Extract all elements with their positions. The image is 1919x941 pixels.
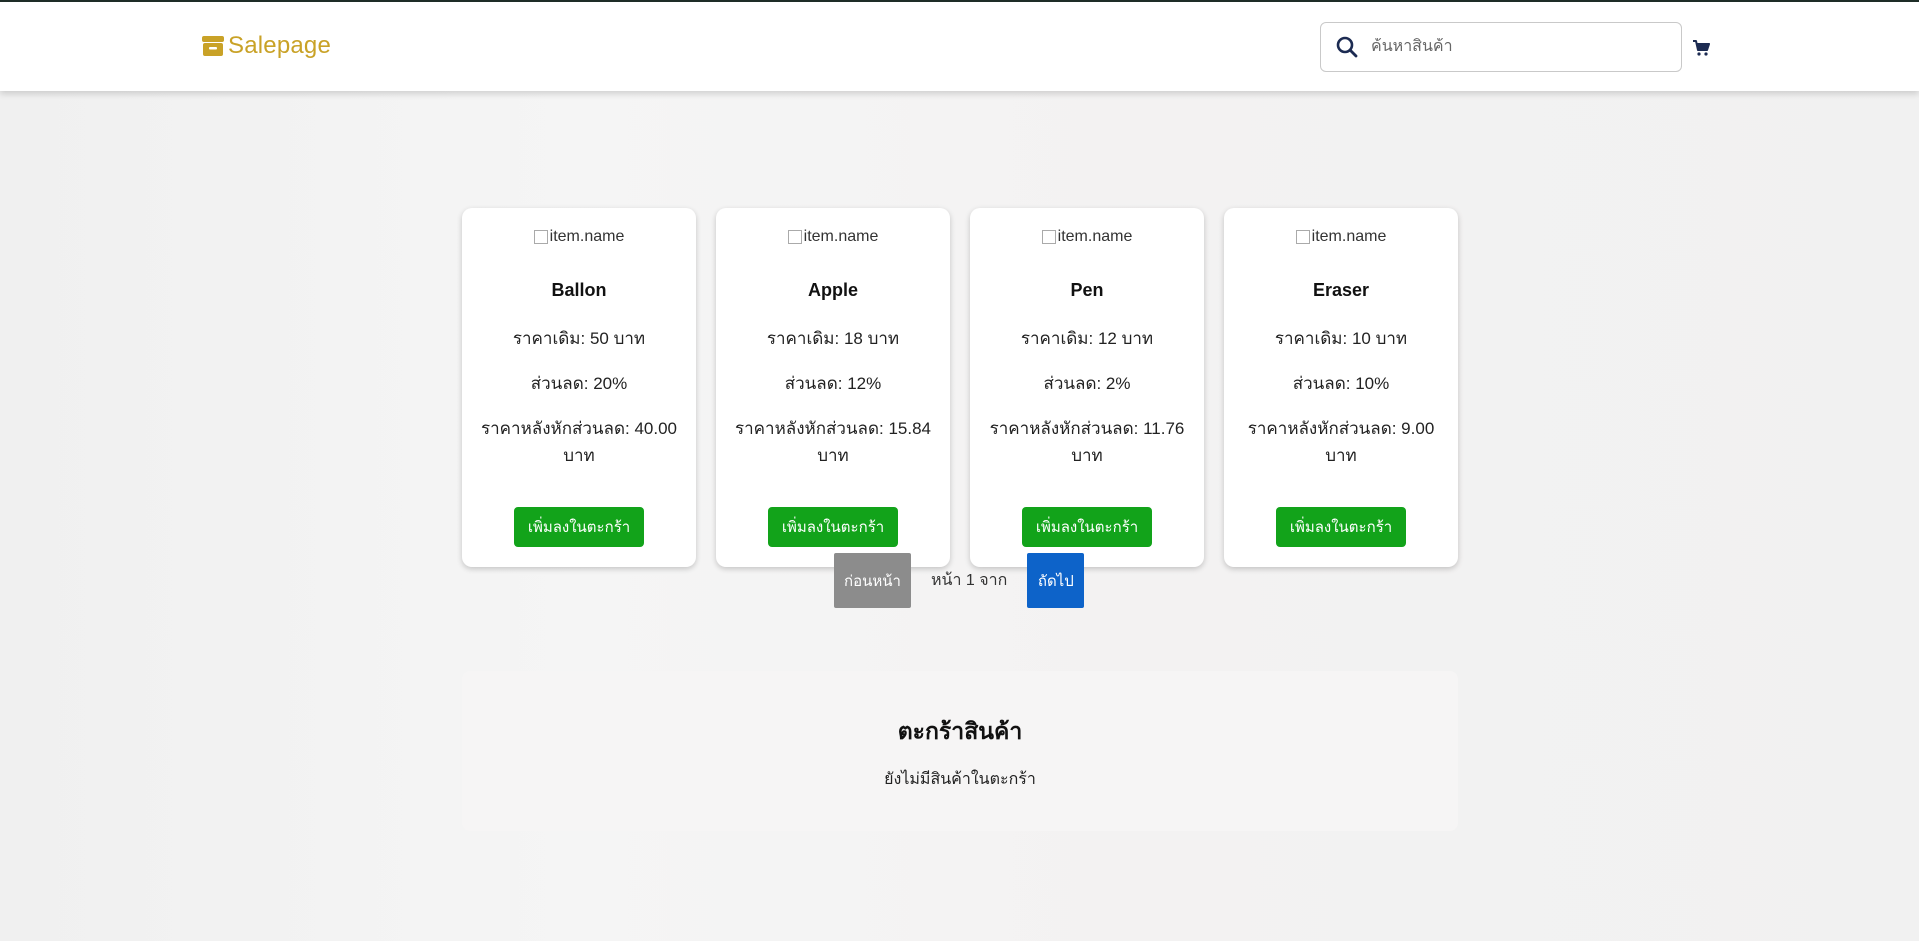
broken-image-icon bbox=[787, 230, 802, 244]
product-image: item.name bbox=[1041, 226, 1133, 248]
product-list: item.name Ballon ราคาเดิม: 50 บาท ส่วนลด… bbox=[462, 208, 1458, 567]
product-discount: ส่วนลด: 20% bbox=[530, 374, 628, 393]
product-image: item.name bbox=[787, 226, 879, 248]
add-to-cart-button[interactable]: เพิ่มลงในตะกร้า bbox=[1021, 507, 1153, 547]
product-image: item.name bbox=[1295, 226, 1387, 248]
add-to-cart-button[interactable]: เพิ่มลงในตะกร้า bbox=[767, 507, 899, 547]
broken-image-icon bbox=[1041, 230, 1056, 244]
brand-logo[interactable]: Salepage bbox=[200, 32, 331, 60]
product-final-price: ราคาหลังหักส่วนลด: 15.84 บาท bbox=[734, 419, 931, 465]
product-card: item.name Pen ราคาเดิม: 12 บาท ส่วนลด: 2… bbox=[970, 208, 1204, 567]
store-icon bbox=[202, 36, 224, 56]
product-image-alt: item.name bbox=[803, 228, 879, 245]
product-original-price: ราคาเดิม: 50 บาท bbox=[512, 329, 646, 348]
cart-title: ตะกร้าสินค้า bbox=[897, 718, 1023, 744]
broken-image-icon bbox=[533, 230, 548, 244]
product-name: Ballon bbox=[551, 280, 607, 300]
product-image-alt: item.name bbox=[1057, 228, 1133, 245]
prev-page-button[interactable]: ก่อนหน้า bbox=[834, 553, 911, 608]
navbar: Salepage bbox=[0, 2, 1919, 91]
product-name: Apple bbox=[807, 280, 858, 300]
product-final-price: ราคาหลังหักส่วนลด: 9.00 บาท bbox=[1247, 419, 1435, 465]
add-to-cart-button[interactable]: เพิ่มลงในตะกร้า bbox=[513, 507, 645, 547]
product-card: item.name Apple ราคาเดิม: 18 บาท ส่วนลด:… bbox=[716, 208, 950, 567]
pagination: ก่อนหน้า หน้า 1 จาก ถัดไป bbox=[834, 553, 1085, 608]
broken-image-icon bbox=[1295, 230, 1310, 244]
search-input[interactable] bbox=[1371, 38, 1661, 56]
product-name: Pen bbox=[1070, 280, 1104, 300]
product-original-price: ราคาเดิม: 10 บาท bbox=[1274, 329, 1408, 348]
cart-icon[interactable] bbox=[1692, 39, 1710, 57]
product-name: Eraser bbox=[1312, 280, 1370, 300]
product-card: item.name Ballon ราคาเดิม: 50 บาท ส่วนลด… bbox=[462, 208, 696, 567]
product-image-alt: item.name bbox=[1311, 228, 1387, 245]
product-image-alt: item.name bbox=[549, 228, 625, 245]
add-to-cart-button[interactable]: เพิ่มลงในตะกร้า bbox=[1275, 507, 1407, 547]
cart-panel: ตะกร้าสินค้า ยังไม่มีสินค้าในตะกร้า bbox=[462, 671, 1458, 831]
search-box[interactable] bbox=[1320, 22, 1682, 72]
product-discount: ส่วนลด: 12% bbox=[784, 374, 882, 393]
brand-name: Salepage bbox=[228, 32, 332, 59]
product-card: item.name Eraser ราคาเดิม: 10 บาท ส่วนลด… bbox=[1224, 208, 1458, 567]
product-final-price: ราคาหลังหักส่วนลด: 11.76 บาท bbox=[989, 419, 1185, 465]
product-image: item.name bbox=[533, 226, 625, 248]
page-info: หน้า 1 จาก bbox=[931, 572, 1008, 589]
product-discount: ส่วนลด: 10% bbox=[1292, 374, 1390, 393]
product-original-price: ราคาเดิม: 12 บาท bbox=[1020, 329, 1154, 348]
product-discount: ส่วนลด: 2% bbox=[1043, 374, 1131, 393]
product-final-price: ราคาหลังหักส่วนลด: 40.00 บาท bbox=[480, 419, 677, 465]
product-original-price: ราคาเดิม: 18 บาท bbox=[766, 329, 900, 348]
next-page-button[interactable]: ถัดไป bbox=[1027, 553, 1085, 608]
search-icon[interactable] bbox=[1335, 35, 1359, 59]
cart-empty-message: ยังไม่มีสินค้าในตะกร้า bbox=[884, 771, 1036, 788]
